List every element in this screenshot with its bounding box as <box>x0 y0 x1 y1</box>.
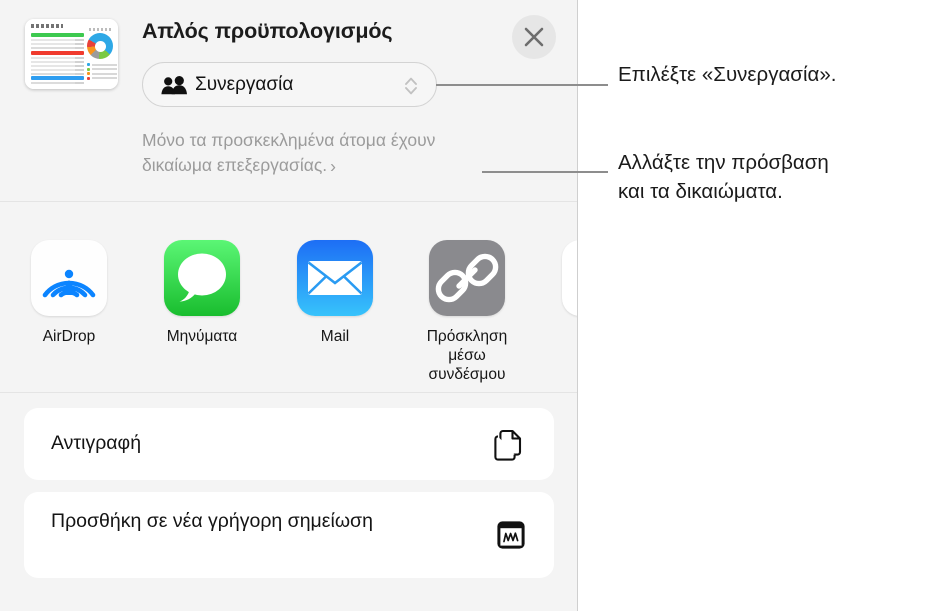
close-button[interactable] <box>512 15 556 59</box>
divider-bottom <box>0 392 577 393</box>
thumbnail-chart-title <box>89 28 111 31</box>
airdrop-icon <box>31 240 107 316</box>
share-mode-dropdown[interactable]: Συνεργασία <box>142 62 437 107</box>
share-target-messages[interactable]: Μηνύματα <box>147 216 257 346</box>
up-down-chevron-icon <box>404 76 418 101</box>
messages-icon <box>164 240 240 316</box>
share-target-mail[interactable]: Mail <box>280 216 390 346</box>
action-row-copy[interactable]: Αντιγραφή <box>24 408 554 480</box>
budget-document-thumbnail <box>25 19 118 89</box>
permission-note-text: Μόνο τα προσκεκλημένα άτομα έχουν δικαίω… <box>142 130 436 175</box>
reminders-icon <box>562 240 577 316</box>
mail-icon <box>297 240 373 316</box>
callout-text: Επιλέξτε «Συνεργασία». <box>618 63 837 86</box>
divider-top <box>0 201 577 202</box>
callout-2: Αλλάξτε την πρόσβαση και τα δικαιώματα. <box>618 148 938 206</box>
callout-1: Επιλέξτε «Συνεργασία». <box>618 60 938 89</box>
share-target-label: Υπο <box>545 327 577 346</box>
share-target-label: AirDrop <box>42 328 96 345</box>
screenshot-root: Απλός προϋπολογισμός Συνεργασία Μόνο τα … <box>0 0 943 611</box>
link-icon <box>429 240 505 316</box>
share-target-label: Mail <box>320 328 350 345</box>
share-target-reminders[interactable]: Υπο <box>545 216 577 346</box>
action-label: Αντιγραφή <box>51 432 142 454</box>
thumbnail-donut-chart <box>87 33 113 59</box>
thumbnail-chart-legend <box>87 63 117 81</box>
share-targets-row: AirDrop Μηνύματα Mail Πρόσκληση μέσω συν… <box>0 216 577 386</box>
action-row-quick-note[interactable]: Προσθήκη σε νέα γρήγορη σημείωση <box>24 492 554 578</box>
quick-note-icon <box>496 520 526 555</box>
share-mode-label: Συνεργασία <box>195 74 294 95</box>
action-list: Αντιγραφή Προσθήκη σε νέα γρήγορη σημείω… <box>24 408 554 590</box>
share-target-label: Πρόσκληση μέσω συνδέσμου <box>426 328 508 383</box>
permission-note[interactable]: Μόνο τα προσκεκλημένα άτομα έχουν δικαίω… <box>142 128 502 178</box>
thumbnail-page <box>25 19 118 89</box>
thumbnail-table-expenses <box>31 51 84 75</box>
thumbnail-table-income <box>31 33 84 49</box>
document-title: Απλός προϋπολογισμός <box>142 19 393 43</box>
thumbnail-title-text <box>31 24 63 28</box>
callout-leader-line-2 <box>482 171 608 173</box>
callout-leader-line-1 <box>436 84 608 86</box>
callout-text: Αλλάξτε την πρόσβαση και τα δικαιώματα. <box>618 151 829 203</box>
action-label: Προσθήκη σε νέα γρήγορη σημείωση <box>51 510 373 532</box>
share-target-invite-link[interactable]: Πρόσκληση μέσω συνδέσμου <box>412 216 522 384</box>
two-people-icon <box>161 76 187 100</box>
share-sheet-panel: Απλός προϋπολογισμός Συνεργασία Μόνο τα … <box>0 0 578 611</box>
share-target-label: Μηνύματα <box>166 328 238 345</box>
share-target-airdrop[interactable]: AirDrop <box>14 216 124 346</box>
thumbnail-table-summary <box>31 76 84 84</box>
copy-icon <box>492 428 526 467</box>
chevron-right-icon: › <box>330 156 336 176</box>
